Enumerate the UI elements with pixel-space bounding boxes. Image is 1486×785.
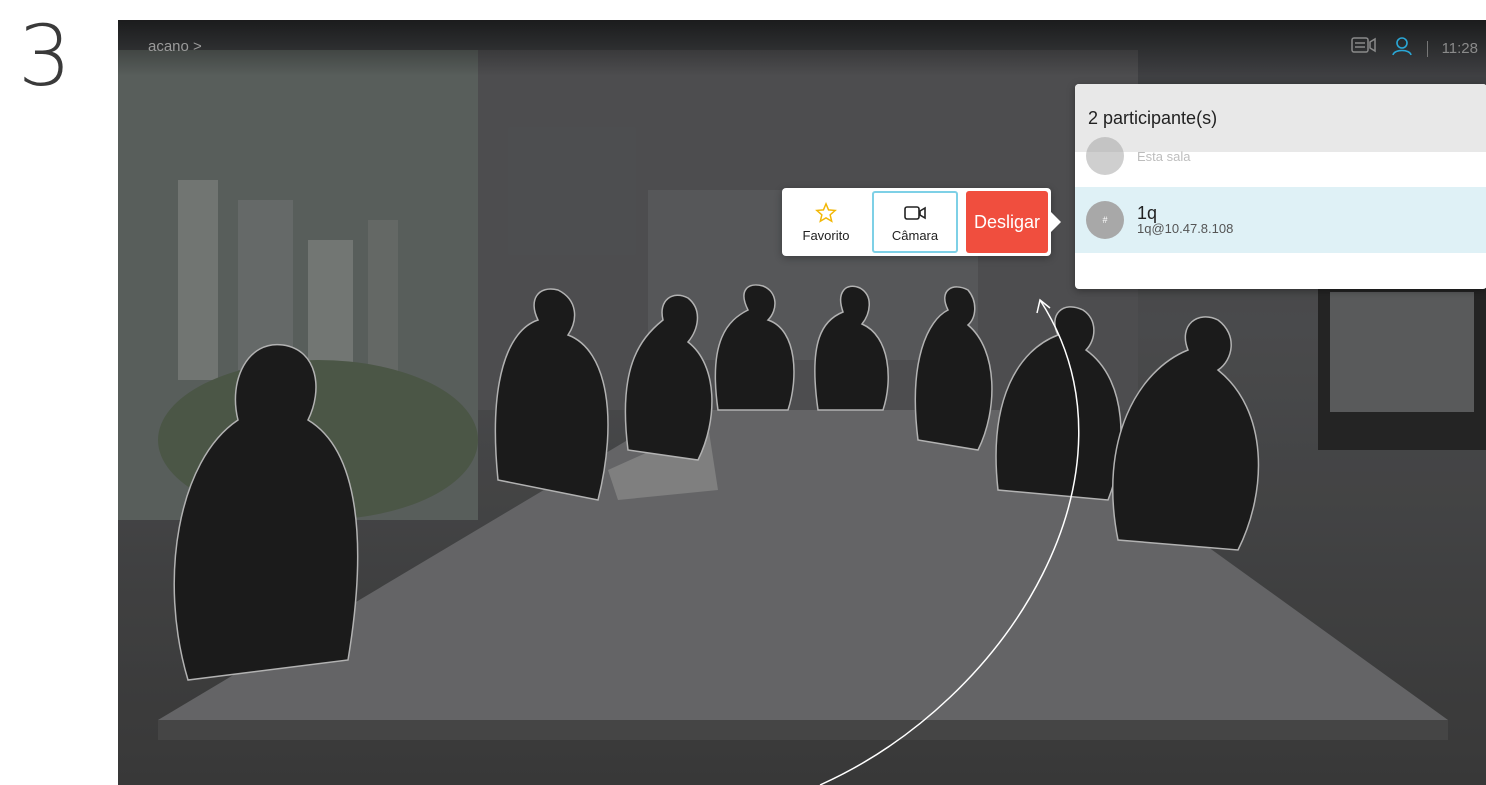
- participants-panel: 2 participante(s) Esta sala # 1q 1q@10.4…: [1075, 84, 1486, 289]
- top-bar: acano > 11:28: [118, 20, 1486, 76]
- camera-label: Câmara: [891, 227, 939, 243]
- participant-name: 1q: [1137, 203, 1158, 223]
- breadcrumb[interactable]: acano >: [148, 38, 202, 55]
- popup-caret: [1051, 212, 1061, 232]
- hangup-button[interactable]: Desligar: [966, 191, 1048, 253]
- participant-address: 1q@10.47.8.108: [1137, 221, 1234, 236]
- participant-row-this-room[interactable]: Esta sala: [1075, 136, 1486, 176]
- hash-avatar-icon: #: [1086, 201, 1124, 239]
- participant-row-1q[interactable]: # 1q 1q@10.47.8.108: [1075, 187, 1486, 253]
- video-call-screen: acano > 11:28 Favorito Câmara Desligar 2…: [118, 20, 1486, 785]
- step-number: 3: [18, 7, 72, 105]
- camera-button[interactable]: Câmara: [872, 191, 958, 253]
- participant-actions-popup: Favorito Câmara Desligar: [782, 188, 1061, 256]
- favorite-button[interactable]: Favorito: [783, 191, 869, 253]
- layout-icon[interactable]: [1350, 36, 1377, 61]
- star-icon: [815, 201, 837, 224]
- topbar-divider: [1426, 40, 1428, 57]
- clock: 11:28: [1441, 40, 1478, 57]
- participants-icon[interactable]: [1391, 36, 1413, 61]
- favorite-label: Favorito: [802, 227, 850, 243]
- camera-icon: [903, 202, 927, 224]
- avatar-icon: [1086, 137, 1124, 175]
- participant-subtitle: Esta sala: [1137, 148, 1191, 164]
- topbar-right: 11:28: [1350, 36, 1478, 61]
